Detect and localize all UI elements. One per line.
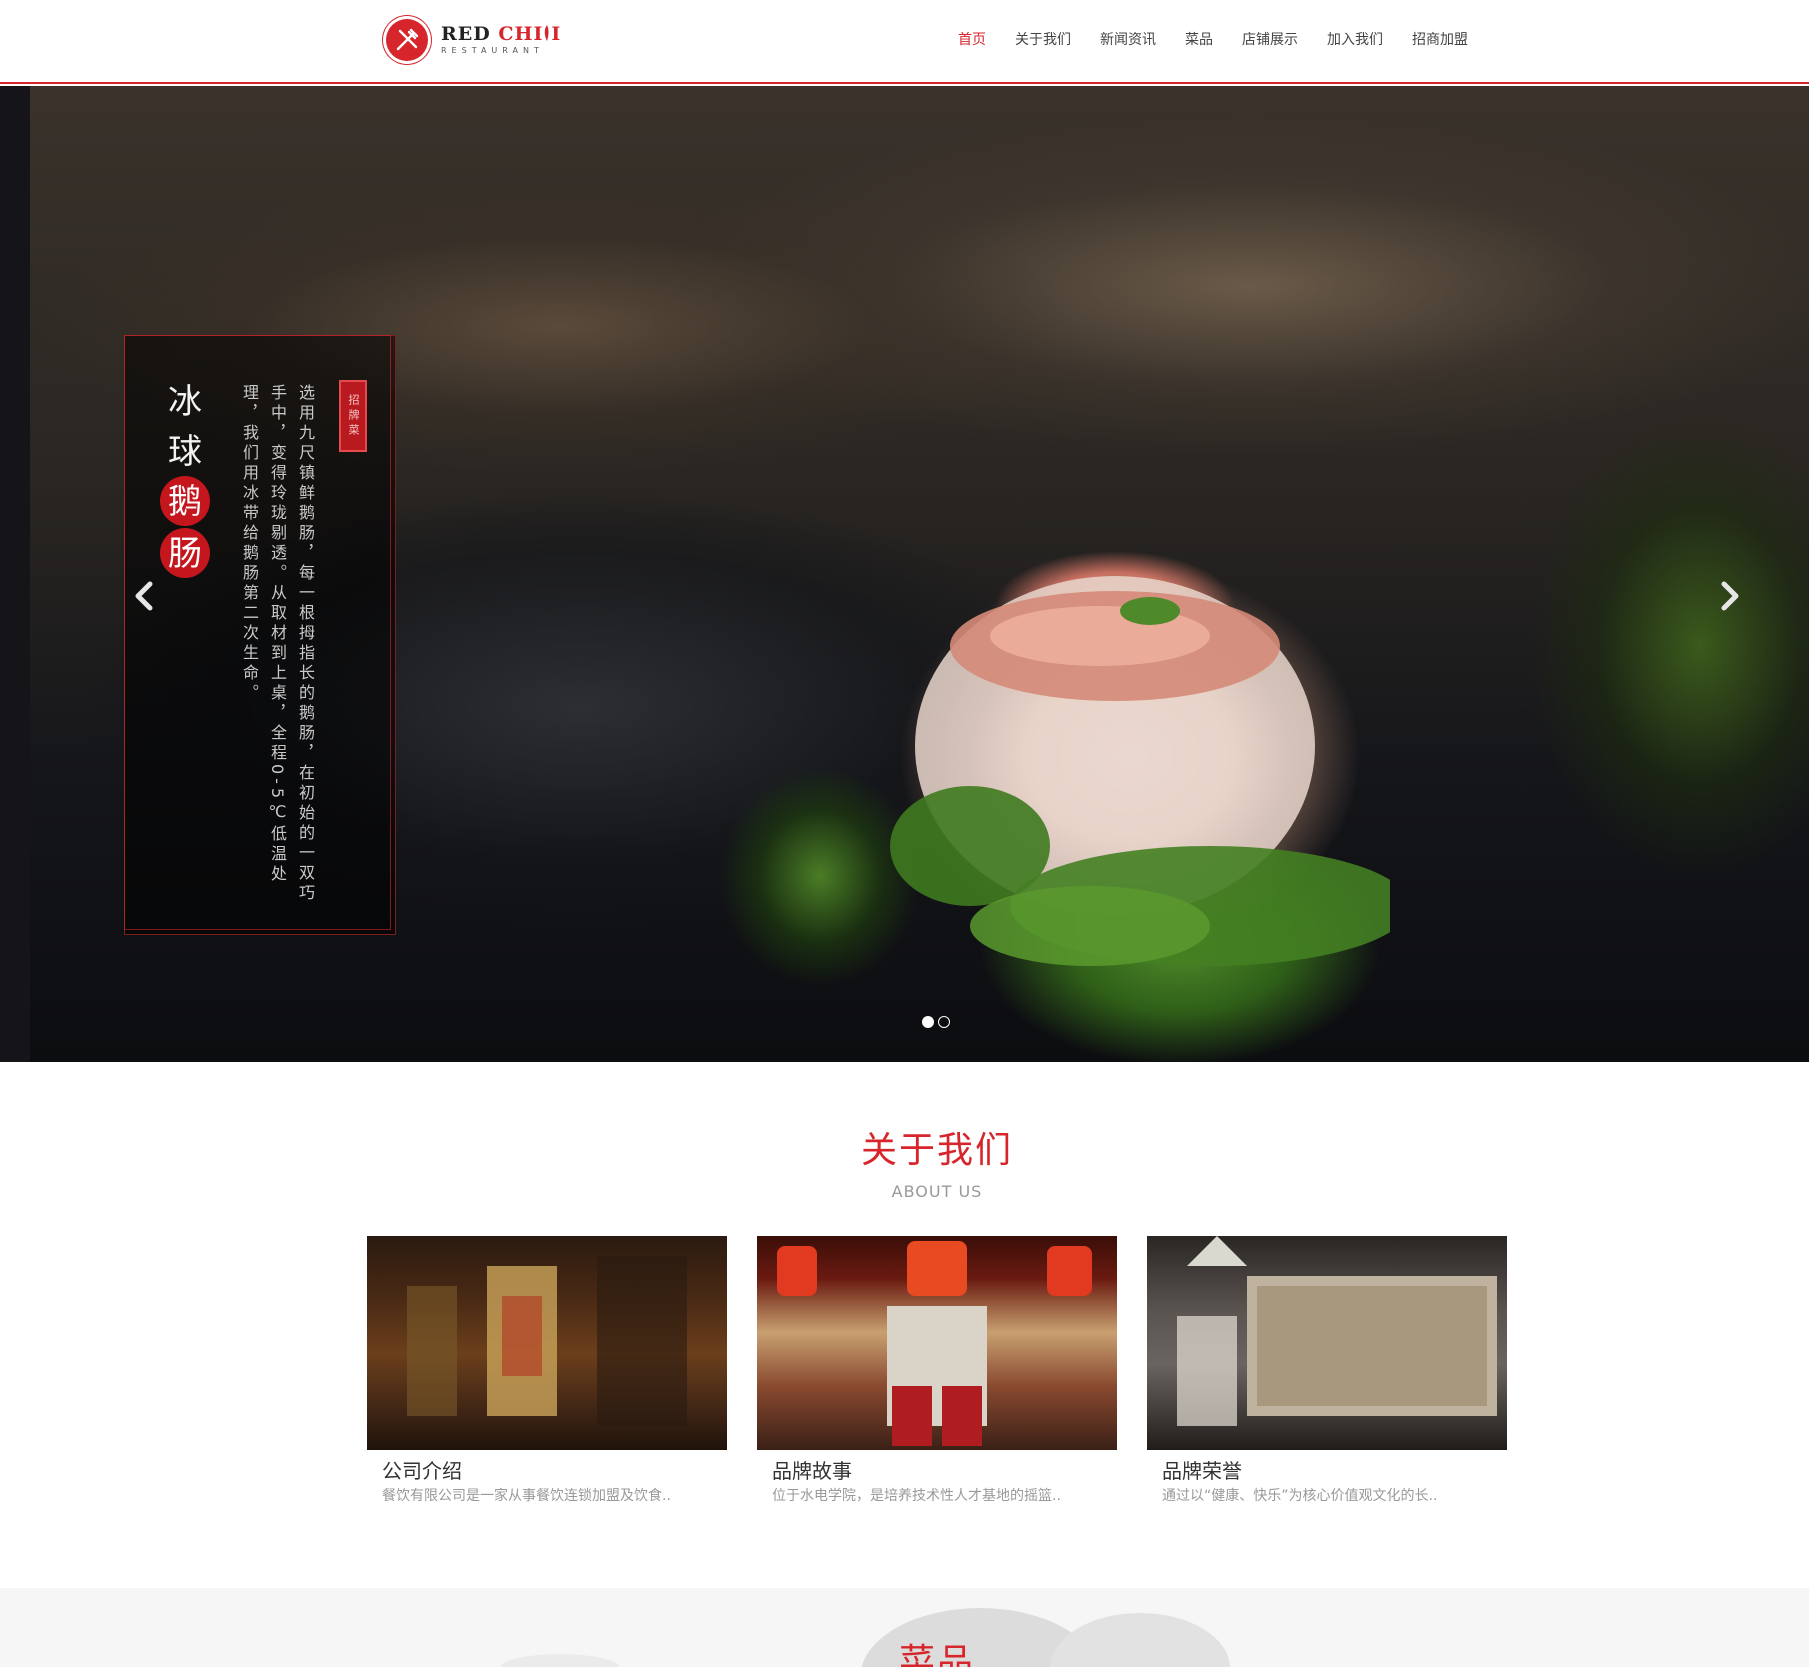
carousel-dot-2[interactable] — [938, 1016, 950, 1028]
dish-title-char: 球 — [168, 432, 202, 472]
signature-seal: 招牌菜 — [339, 380, 367, 452]
about-card-company[interactable]: 公司介绍 餐饮有限公司是一家从事餐饮连锁加盟及饮食.. — [367, 1236, 727, 1506]
brand-logo[interactable]: RED CHI I RESTAURANT — [383, 15, 561, 65]
brand-name-part2: CHI — [498, 23, 544, 45]
hero-carousel: 冰 球 鹅 肠 选用九尺镇鲜鹅肠，每一根拇指长的鹅肠，在初始的一双巧手中，变得玲… — [0, 86, 1809, 1062]
card-description: 通过以“健康、快乐”为核心价值观文化的长.. — [1162, 1488, 1438, 1504]
brand-name-part1: RED — [441, 23, 491, 45]
about-section-subtitle: ABOUT US — [891, 1182, 983, 1201]
chevron-right-icon — [1721, 581, 1739, 611]
carousel-prev-button[interactable] — [124, 566, 164, 626]
nav-item-franchise[interactable]: 招商加盟 — [1412, 28, 1468, 52]
site-header: RED CHI I RESTAURANT 首页 关于我们 新闻资讯 菜品 店铺展示… — [0, 0, 1809, 84]
brand-name: RED CHI I — [441, 23, 561, 45]
restaurant-interior-image — [757, 1236, 1117, 1450]
dish-description: 选用九尺镇鲜鹅肠，每一根拇指长的鹅肠，在初始的一双巧手中，变得玲珑剔透。从取材到… — [240, 384, 315, 904]
card-description: 餐饮有限公司是一家从事餐饮连锁加盟及饮食.. — [382, 1488, 671, 1504]
restaurant-facade-image — [367, 1236, 727, 1450]
dish-title-char: 冰 — [168, 382, 202, 422]
nav-item-dishes[interactable]: 菜品 — [1185, 28, 1213, 52]
hero-caption: 冰 球 鹅 肠 选用九尺镇鲜鹅肠，每一根拇指长的鹅肠，在初始的一双巧手中，变得玲… — [124, 335, 396, 935]
dish-title: 冰 球 鹅 肠 — [155, 376, 215, 580]
card-title: 品牌荣誉 — [1162, 1459, 1242, 1483]
fork-knife-icon — [383, 16, 431, 64]
hero-edge — [0, 86, 30, 1062]
nav-item-about[interactable]: 关于我们 — [1015, 28, 1071, 52]
card-title: 品牌故事 — [772, 1459, 852, 1483]
carousel-next-button[interactable] — [1710, 566, 1750, 626]
restaurant-mural-image — [1147, 1236, 1507, 1450]
menu-section-title: 菜品 — [898, 1642, 975, 1667]
card-description: 位于水电学院，是培养技术性人才基地的摇篮.. — [772, 1488, 1061, 1504]
about-card-honors[interactable]: 品牌荣誉 通过以“健康、快乐”为核心价值观文化的长.. — [1147, 1236, 1507, 1506]
about-card-story[interactable]: 品牌故事 位于水电学院，是培养技术性人才基地的摇篮.. — [757, 1236, 1117, 1506]
carousel-indicators — [922, 1016, 950, 1028]
carousel-dot-1[interactable] — [922, 1016, 934, 1028]
brand-subtitle: RESTAURANT — [441, 46, 544, 55]
hero-dish-image — [890, 576, 1390, 966]
about-section-title: 关于我们 — [860, 1130, 1013, 1171]
nav-item-join[interactable]: 加入我们 — [1327, 28, 1383, 52]
main-nav: 首页 关于我们 新闻资讯 菜品 店铺展示 加入我们 招商加盟 — [958, 28, 1497, 52]
chevron-left-icon — [135, 581, 153, 611]
nav-item-home[interactable]: 首页 — [958, 28, 986, 52]
nav-item-news[interactable]: 新闻资讯 — [1100, 28, 1156, 52]
dish-title-char: 鹅 — [160, 476, 210, 526]
nav-item-stores[interactable]: 店铺展示 — [1242, 28, 1298, 52]
card-title: 公司介绍 — [382, 1459, 462, 1483]
dish-title-char: 肠 — [160, 528, 210, 578]
brand-name-part3: I — [551, 23, 562, 45]
